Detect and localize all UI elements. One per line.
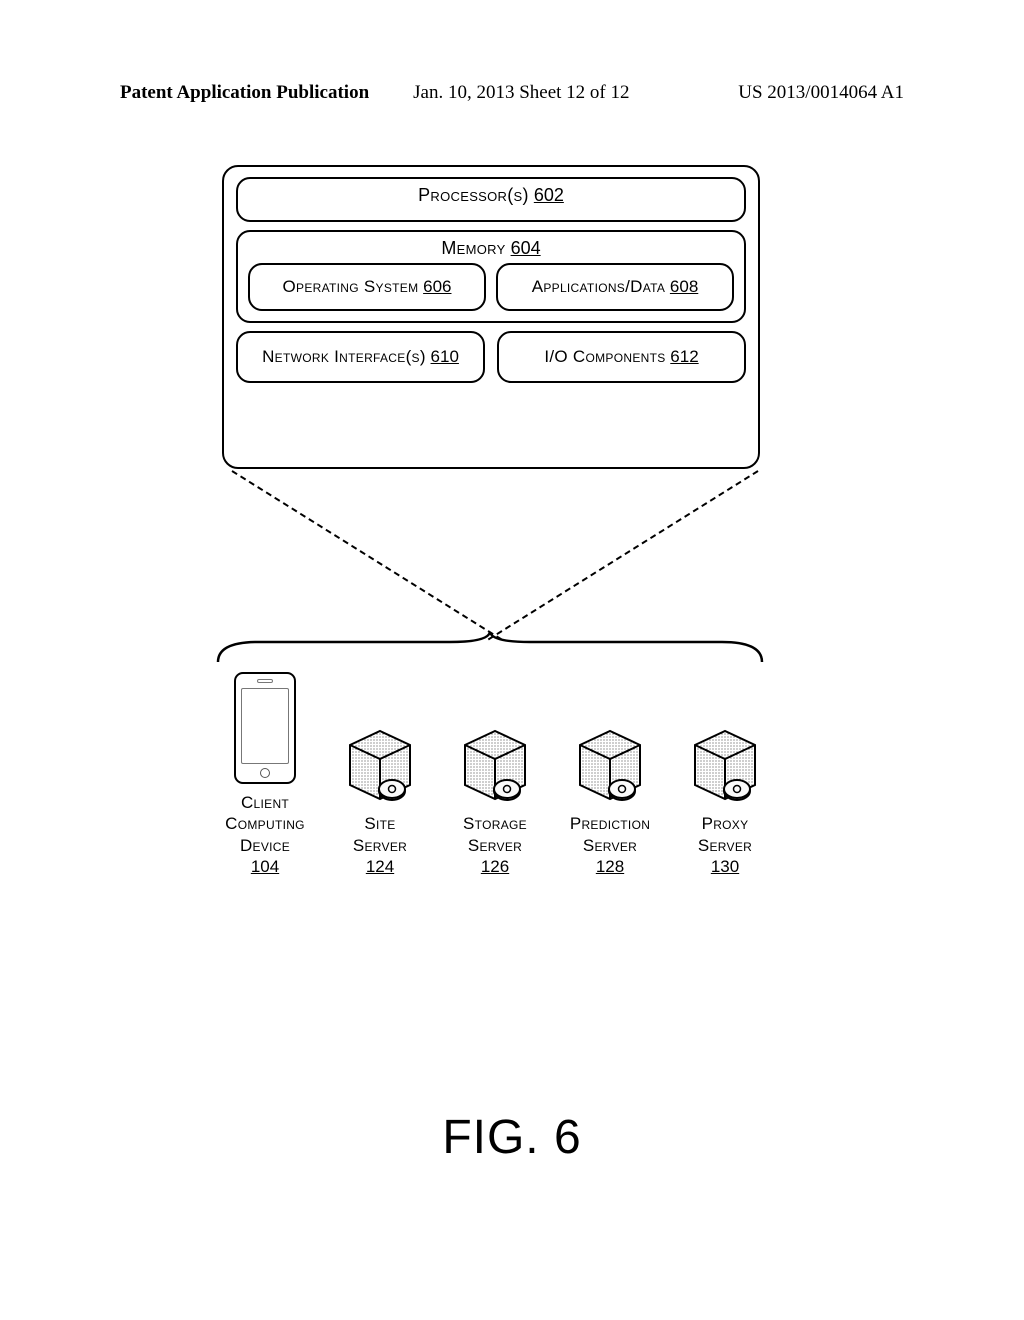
- curly-brace-icon: [210, 632, 770, 670]
- prediction-line2: Server: [583, 836, 637, 855]
- storage-line1: Storage: [463, 814, 527, 833]
- netif-box: Network Interface(s) 610: [236, 331, 485, 383]
- io-label: I/O Components: [544, 347, 665, 366]
- header-center: Jan. 10, 2013 Sheet 12 of 12: [413, 82, 629, 104]
- server-icon: [455, 727, 535, 805]
- figure-label: FIG. 6: [0, 1110, 1024, 1165]
- storage-server-col: Storage Server 126: [440, 727, 550, 877]
- client-ref: 104: [251, 857, 279, 876]
- page-header: Patent Application Publication Jan. 10, …: [0, 82, 1024, 104]
- architecture-box: Processor(s) 602 Memory 604 Operating Sy…: [222, 165, 760, 469]
- server-icon: [685, 727, 765, 805]
- proxy-ref: 130: [711, 857, 739, 876]
- os-label: Operating System: [283, 277, 419, 296]
- storage-ref: 126: [481, 857, 509, 876]
- proxy-server-col: Proxy Server 130: [670, 727, 780, 877]
- server-icon: [340, 727, 420, 805]
- server-icon: [570, 727, 650, 805]
- netif-ref: 610: [431, 347, 459, 366]
- client-line3: Device: [240, 836, 290, 855]
- prediction-line1: Prediction: [570, 814, 650, 833]
- io-box: I/O Components 612: [497, 331, 746, 383]
- client-line1: Client: [241, 793, 289, 812]
- memory-box: Memory 604 Operating System 606 Applicat…: [236, 230, 746, 323]
- memory-label: Memory: [441, 238, 505, 258]
- dashed-connector-left: [231, 470, 502, 640]
- site-server-col: Site Server 124: [325, 727, 435, 877]
- header-left: Patent Application Publication: [120, 82, 369, 104]
- proxy-line1: Proxy: [702, 814, 749, 833]
- prediction-server-col: Prediction Server 128: [555, 727, 665, 877]
- processor-label: Processor(s): [418, 185, 529, 205]
- site-line1: Site: [364, 814, 395, 833]
- processor-box: Processor(s) 602: [236, 177, 746, 222]
- proxy-line2: Server: [698, 836, 752, 855]
- phone-icon: [234, 672, 296, 784]
- site-line2: Server: [353, 836, 407, 855]
- os-box: Operating System 606: [248, 263, 486, 311]
- apps-box: Applications/Data 608: [496, 263, 734, 311]
- os-ref: 606: [423, 277, 451, 296]
- device-row: Client Computing Device 104 Site Server …: [210, 672, 780, 877]
- storage-line2: Server: [468, 836, 522, 855]
- processor-ref: 602: [534, 185, 564, 205]
- header-right: US 2013/0014064 A1: [738, 82, 904, 104]
- netif-label: Network Interface(s): [262, 347, 426, 366]
- memory-ref: 604: [511, 238, 541, 258]
- site-ref: 124: [366, 857, 394, 876]
- apps-label: Applications/Data: [532, 277, 665, 296]
- client-device-col: Client Computing Device 104: [210, 672, 320, 877]
- client-line2: Computing: [225, 814, 305, 833]
- prediction-ref: 128: [596, 857, 624, 876]
- apps-ref: 608: [670, 277, 698, 296]
- io-ref: 612: [670, 347, 698, 366]
- dashed-connector-right: [488, 470, 759, 640]
